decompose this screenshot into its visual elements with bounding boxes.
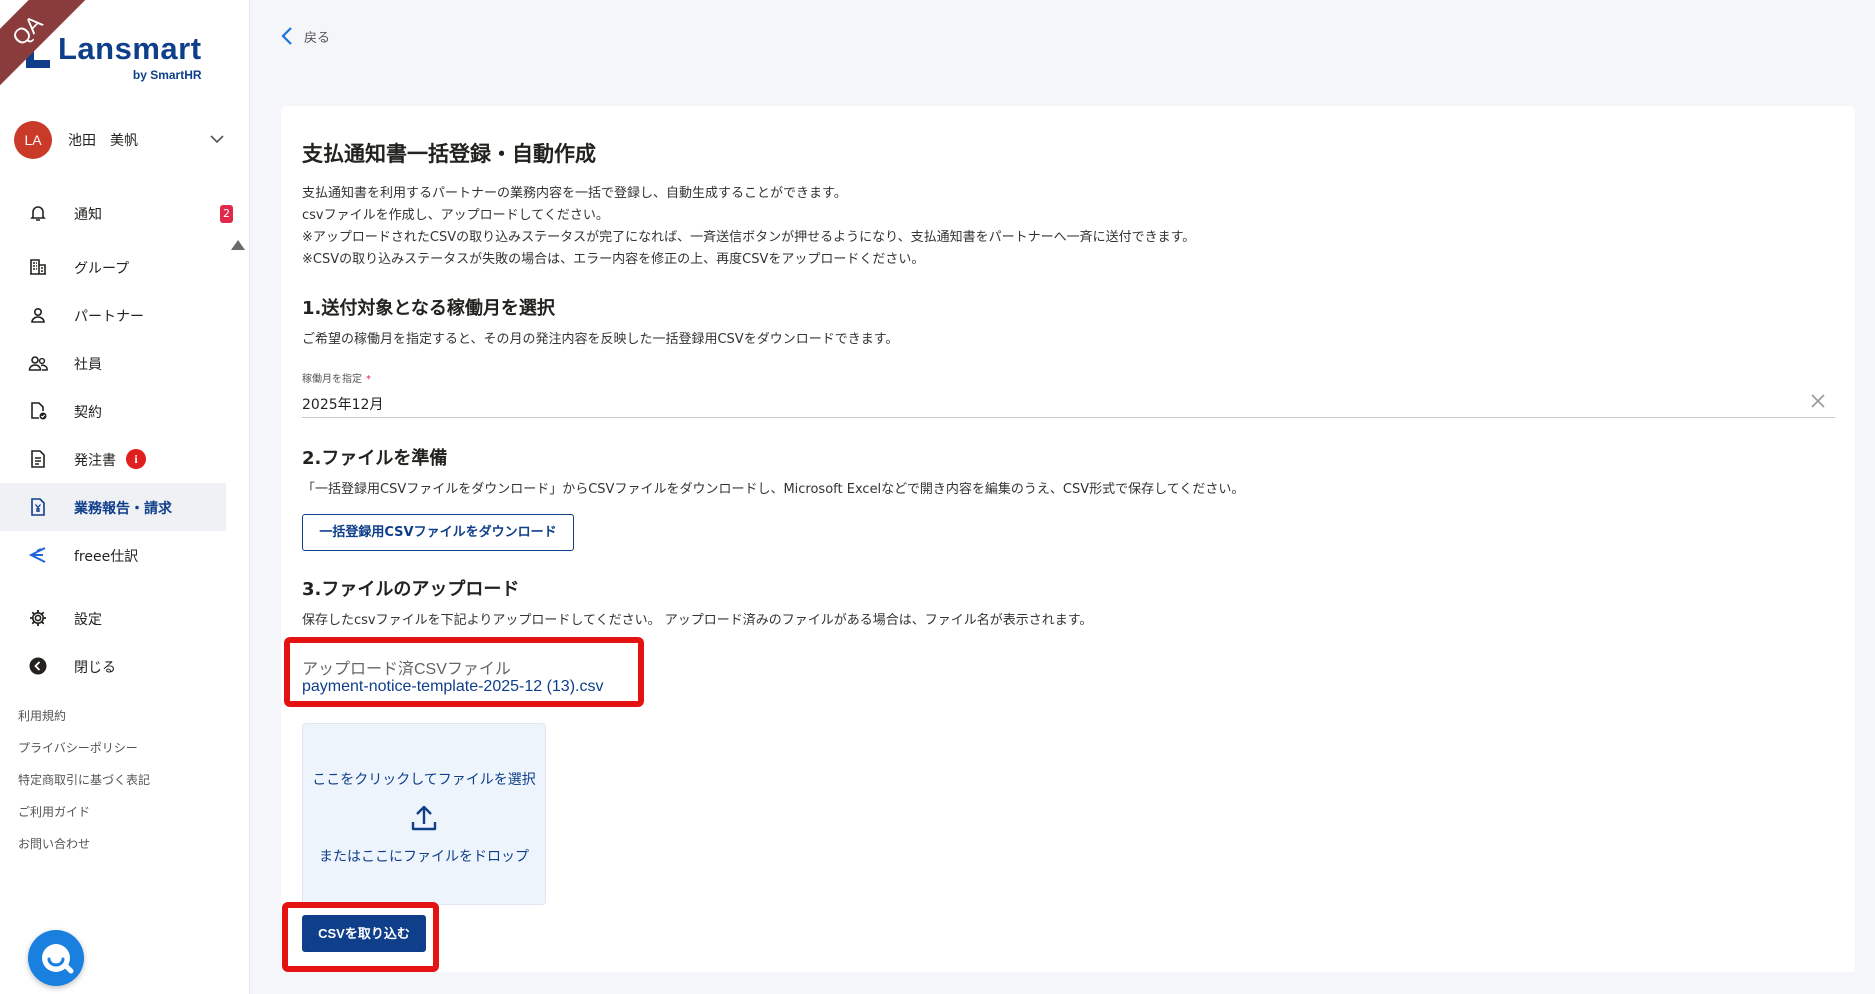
avatar: LA [14, 121, 52, 159]
nav-label: 設定 [74, 612, 102, 628]
nav-item-settings[interactable]: 設定 [0, 594, 226, 642]
nav-label: 通知 [74, 207, 102, 223]
user-menu[interactable]: LA 池田 美帆 [14, 120, 234, 160]
month-label-text: 稼働月を指定 [302, 374, 362, 385]
brand-logo[interactable]: Lansmart by SmartHR [22, 32, 202, 82]
nav-item-group[interactable]: グループ [0, 243, 226, 291]
nav-label: パートナー [74, 309, 144, 325]
document-icon [31, 450, 45, 468]
info-badge-icon: i [126, 449, 146, 469]
footer-link-commerce[interactable]: 特定商取引に基づく表記 [18, 771, 150, 788]
user-name: 池田 美帆 [68, 133, 138, 149]
step1-description: ご希望の稼働月を指定すると、その月の発注内容を反映した一括登録用CSVをダウンロ… [302, 332, 899, 347]
import-csv-button[interactable]: CSVを取り込む [302, 915, 426, 952]
brand-sub: by SmartHR [132, 68, 202, 82]
step2-heading: 2.ファイルを準備 [302, 448, 448, 469]
dropzone-drop-text: またはここにファイルをドロップ [319, 849, 529, 865]
bell-icon [30, 206, 46, 221]
main-card: 支払通知書一括登録・自動作成 支払通知書を利用するパートナーの業務内容を一括で登… [281, 106, 1855, 972]
step1-heading: 1.送付対象となる稼働月を選択 [302, 298, 555, 319]
page-description-line: ※CSVの取り込みステータスが失敗の場合は、エラー内容を修正の上、再度CSVをア… [302, 252, 925, 267]
people-icon [28, 356, 48, 371]
nav-item-freee[interactable]: freee仕訳 [0, 531, 226, 579]
required-mark: * [366, 374, 371, 385]
collapse-left-icon [29, 657, 47, 675]
brand-name: Lansmart [58, 31, 202, 66]
uploaded-file-label: アップロード済CSVファイル [302, 661, 511, 678]
nav-item-notifications[interactable]: 通知 2 [0, 189, 233, 237]
page-description-line: csvファイルを作成し、アップロードしてください。 [302, 208, 609, 223]
building-icon [30, 259, 46, 275]
month-value: 2025年12月 [302, 397, 384, 413]
uploaded-file-link[interactable]: payment-notice-template-2025-12 (13).csv [302, 678, 603, 696]
page-description-line: ※アップロードされたCSVの取り込みステータスが完了になれば、一斉送信ボタンが押… [302, 230, 1196, 245]
nav-item-partner[interactable]: パートナー [0, 291, 226, 339]
gear-icon [30, 610, 46, 626]
notification-count-badge: 2 [220, 205, 233, 223]
back-label: 戻る [304, 30, 331, 46]
page-description-line: 支払通知書を利用するパートナーの業務内容を一括で登録し、自動生成することができま… [302, 186, 847, 201]
chevron-left-icon [281, 27, 292, 45]
dropzone-click-text: ここをクリックしてファイルを選択 [312, 772, 536, 788]
page-title: 支払通知書一括登録・自動作成 [302, 142, 596, 166]
nav-label: 業務報告・請求 [74, 501, 172, 517]
month-select-field[interactable]: 2025年12月 [302, 388, 1835, 418]
footer-link-privacy[interactable]: プライバシーポリシー [18, 739, 138, 756]
chat-icon [42, 944, 74, 974]
footer-link-terms[interactable]: 利用規約 [18, 707, 66, 724]
nav-label: 発注書 [74, 453, 116, 469]
invoice-yen-icon [31, 498, 45, 516]
person-icon [31, 307, 45, 323]
nav-label: 社員 [74, 357, 102, 373]
contract-check-icon [31, 402, 47, 420]
nav-label: freee仕訳 [74, 549, 139, 565]
footer-link-contact[interactable]: お問い合わせ [18, 835, 90, 852]
nav-label: 閉じる [74, 660, 116, 676]
nav-label: グループ [74, 261, 130, 277]
nav-item-contract[interactable]: 契約 [0, 387, 226, 435]
step3-description: 保存したcsvファイルを下記よりアップロードしてください。 アップロード済みのフ… [302, 613, 1093, 628]
clear-icon[interactable] [1809, 392, 1827, 410]
step3-heading: 3.ファイルのアップロード [302, 579, 520, 600]
nav-item-work-report-billing[interactable]: 業務報告・請求 [0, 483, 226, 531]
nav-label: 契約 [74, 405, 102, 421]
download-csv-template-button[interactable]: 一括登録用CSVファイルをダウンロード [302, 514, 574, 551]
file-dropzone[interactable]: ここをクリックしてファイルを選択 またはここにファイルをドロップ [302, 723, 546, 905]
step2-description: 「一括登録用CSVファイルをダウンロード」からCSVファイルをダウンロードし、M… [302, 482, 1245, 497]
sidebar: QA Lansmart by SmartHR LA 池田 美帆 通知 2 グルー… [0, 0, 250, 994]
freee-icon [28, 547, 46, 563]
chat-support-button[interactable] [28, 930, 84, 986]
back-link[interactable]: 戻る [280, 26, 330, 46]
chevron-down-icon[interactable] [208, 130, 226, 148]
nav-item-employees[interactable]: 社員 [0, 339, 226, 387]
footer-link-guide[interactable]: ご利用ガイド [18, 803, 90, 820]
month-field-label: 稼働月を指定 * [302, 370, 371, 385]
nav-item-purchase-order[interactable]: 発注書 i [0, 435, 226, 483]
scroll-up-arrow-icon[interactable] [231, 240, 245, 250]
nav-item-close-sidebar[interactable]: 閉じる [0, 642, 226, 690]
upload-icon [411, 805, 437, 831]
